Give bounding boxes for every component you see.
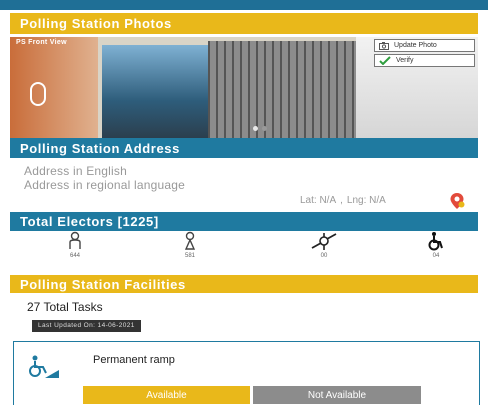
last-updated-badge: Last Updated On: 14-06-2021 <box>32 320 141 332</box>
verify-label: Verify <box>396 57 414 64</box>
longitude-text: Lng: N/A <box>346 195 386 206</box>
update-photo-label: Update Photo <box>394 42 437 49</box>
map-pin-icon[interactable] <box>449 192 465 210</box>
update-photo-button[interactable]: Update Photo <box>374 39 475 52</box>
male-electors: 644 <box>56 231 94 259</box>
pwd-count: 04 <box>432 253 440 259</box>
electors-breakdown: 644 581 00 04 <box>10 231 478 268</box>
address-header-label: Polling Station Address <box>20 140 180 156</box>
photo-carousel-dots[interactable] <box>253 126 267 131</box>
app-screen: Polling Station Photos PS Front View Upd… <box>0 0 488 405</box>
latitude-text: Lat: N/A <box>300 195 337 206</box>
photo-wall-left <box>10 37 98 138</box>
top-bar <box>0 0 488 10</box>
facilities-section-header: Polling Station Facilities <box>10 275 478 293</box>
facilities-header-label: Polling Station Facilities <box>20 276 186 292</box>
camera-icon <box>379 41 389 50</box>
geo-separator: , <box>340 195 343 206</box>
verify-button[interactable]: Verify <box>374 54 475 67</box>
facility-name: Permanent ramp <box>93 354 175 366</box>
check-icon <box>379 56 391 65</box>
photos-section-header: Polling Station Photos <box>10 13 478 34</box>
address-section-header: Polling Station Address <box>10 138 478 158</box>
carousel-dot[interactable] <box>253 126 258 131</box>
male-count: 644 <box>69 253 80 259</box>
geo-coordinates: Lat: N/A, Lng: N/A <box>300 195 386 206</box>
photos-header-label: Polling Station Photos <box>20 16 172 31</box>
electors-section-header: Total Electors [1225] <box>10 212 478 231</box>
facility-card-permanent-ramp: Permanent ramp Available Not Available <box>13 341 480 405</box>
male-icon <box>69 231 81 249</box>
third-gender-icon <box>311 233 337 250</box>
photo-caption: PS Front View <box>16 39 67 46</box>
address-regional: Address in regional language <box>24 178 186 192</box>
ramp-wheelchair-icon <box>29 355 59 378</box>
photo-signage-icon <box>30 82 46 106</box>
female-electors: 581 <box>171 231 209 259</box>
address-english: Address in English <box>24 164 127 178</box>
photo-grate <box>208 41 358 138</box>
pwd-electors: 04 <box>417 231 455 259</box>
female-icon <box>184 231 196 250</box>
third-gender-count: 00 <box>320 253 328 259</box>
third-gender-electors: 00 <box>305 231 343 259</box>
female-count: 581 <box>184 253 195 259</box>
polling-station-photo[interactable]: PS Front View Update Photo Verify <box>10 37 478 138</box>
not-available-button[interactable]: Not Available <box>253 386 421 404</box>
total-tasks: 27 Total Tasks <box>27 300 103 314</box>
available-button[interactable]: Available <box>83 386 250 404</box>
carousel-dot-active[interactable] <box>262 126 267 131</box>
wheelchair-icon <box>428 232 443 251</box>
photo-wall-right <box>356 37 478 138</box>
electors-header-label: Total Electors [1225] <box>20 214 159 229</box>
